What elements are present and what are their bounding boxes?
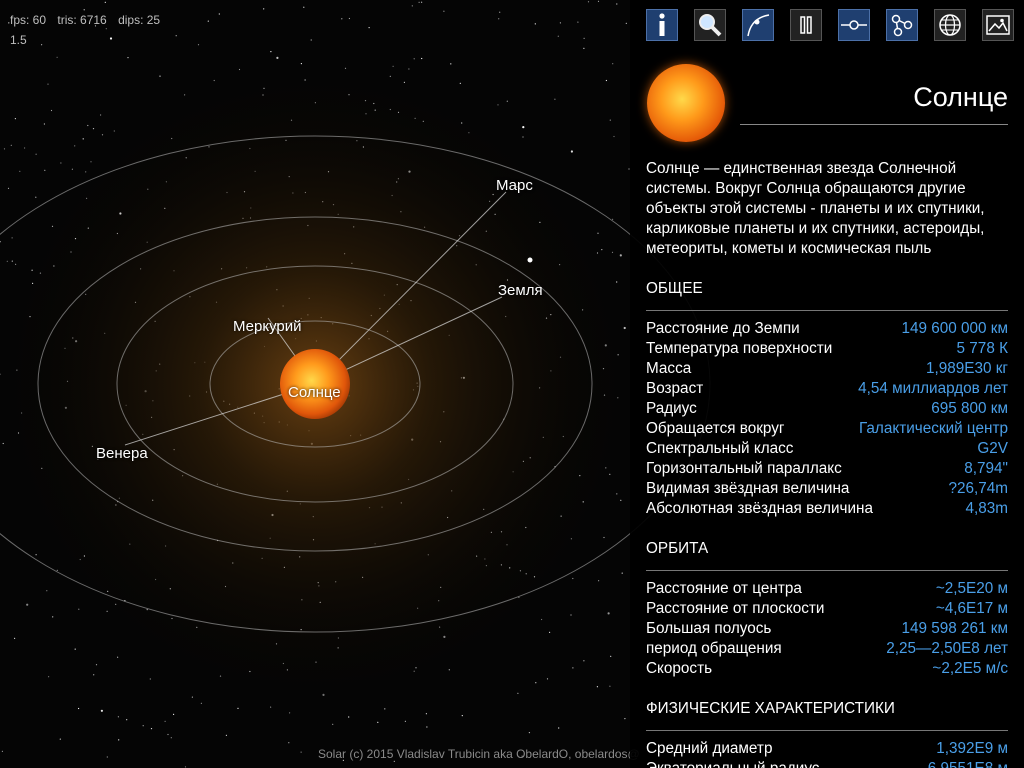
property-value: 4,83m <box>965 500 1008 517</box>
property-name: Скорость <box>646 660 713 677</box>
property-value: 1,989E30 кг <box>925 360 1008 377</box>
pointer-lines-button[interactable] <box>838 9 870 41</box>
section-general-divider <box>646 310 1008 311</box>
property-name: Видимая звёздная величина <box>646 480 850 497</box>
property-value: 149 598 261 км <box>901 620 1008 637</box>
sun-thumbnail <box>647 64 725 142</box>
section-physical-divider <box>646 730 1008 731</box>
info-panel[interactable]: Солнце Солнце — единственная звезда Солн… <box>630 44 1024 768</box>
property-value: 5 778 К <box>956 340 1008 357</box>
property-row: Видимая звёздная величина ?26,74m <box>646 479 1008 499</box>
property-row: Абсолютная звёздная величина 4,83m <box>646 499 1008 519</box>
property-name: Расстояние до Земпи <box>646 320 800 337</box>
property-name: Расстояние от плоскости <box>646 600 825 617</box>
image-icon <box>986 15 1010 35</box>
property-row: Расстояние от центра ~2,5E20 м <box>646 579 1008 599</box>
property-value: Галактический центр <box>859 420 1008 437</box>
property-name: Экваториальный радиус <box>646 759 819 768</box>
property-value: ~4,6E17 м <box>935 600 1008 617</box>
property-name: Абсолютная звёздная величина <box>646 500 873 517</box>
title-divider <box>740 124 1008 125</box>
pause-button[interactable] <box>790 9 822 41</box>
section-orbit-divider <box>646 570 1008 571</box>
property-name: Средний диаметр <box>646 740 773 757</box>
render-stats: fps: 60 tris: 6716 dips: 25 1.5 <box>10 10 168 50</box>
property-value: G2V <box>977 440 1008 457</box>
info-button[interactable] <box>646 9 678 41</box>
label-venus[interactable]: Венера <box>96 445 148 462</box>
property-name: Расстояние от центра <box>646 580 802 597</box>
section-physical-title: ФИЗИЧЕСКИЕ ХАРАКТЕРИСТИКИ <box>646 700 895 717</box>
property-name: Масса <box>646 360 692 377</box>
property-value: 6,9551E8 м <box>928 759 1008 768</box>
property-value: ~2,5E20 м <box>935 580 1008 597</box>
globe-button[interactable] <box>934 9 966 41</box>
line-icon <box>841 20 867 30</box>
property-row: Температура поверхности 5 778 К <box>646 339 1008 359</box>
object-description: Солнце — единственная звезда Солнечной с… <box>646 160 985 257</box>
property-name: Возраст <box>646 380 704 397</box>
property-name: Радиус <box>646 400 697 417</box>
bright-star <box>527 257 533 263</box>
property-value: 1,392E9 м <box>936 740 1008 757</box>
section-general-title: ОБЩЕЕ <box>646 280 703 297</box>
property-row: Расстояние от плоскости ~4,6E17 м <box>646 599 1008 619</box>
property-name: период обращения <box>646 640 782 657</box>
panel-title: Солнце <box>913 82 1008 112</box>
info-icon <box>659 13 665 36</box>
property-value: ?26,74m <box>948 480 1008 497</box>
property-value: 2,25—2,50E8 лет <box>886 640 1008 657</box>
dips-counter: dips: 25 <box>118 13 161 27</box>
property-row: Экваториальный радиус 6,9551E8 м <box>646 759 1008 768</box>
property-row: Обращается вокруг Галактический центр <box>646 419 1008 439</box>
orbits-toggle-button[interactable] <box>742 9 774 41</box>
section-orbit-title: ОРБИТА <box>646 540 709 557</box>
property-value: 8,794" <box>964 460 1008 477</box>
search-icon <box>699 14 722 37</box>
property-value: ~2,2E5 м/с <box>932 660 1008 677</box>
property-row: Масса 1,989E30 кг <box>646 359 1008 379</box>
nodes-icon <box>891 14 913 37</box>
property-row: Скорость ~2,2E5 м/с <box>646 659 1008 679</box>
globe-icon <box>939 14 961 36</box>
property-name: Спектральный класс <box>646 440 794 457</box>
property-row: Возраст 4,54 миллиардов лет <box>646 379 1008 399</box>
property-row: период обращения 2,25—2,50E8 лет <box>646 639 1008 659</box>
property-row: Расстояние до Земпи 149 600 000 км <box>646 319 1008 339</box>
property-name: Горизонтальный параллакс <box>646 460 842 477</box>
label-mercury[interactable]: Меркурий <box>233 318 302 335</box>
property-name: Обращается вокруг <box>646 420 785 437</box>
label-earth[interactable]: Земля <box>498 282 543 299</box>
label-sun[interactable]: Солнце <box>288 384 341 401</box>
toolbar <box>630 0 1024 44</box>
property-value: 149 600 000 км <box>901 320 1008 337</box>
property-value: 695 800 км <box>931 400 1008 417</box>
property-row: Большая полуось 149 598 261 км <box>646 619 1008 639</box>
pause-icon <box>800 16 812 34</box>
property-name: Температура поверхности <box>646 340 833 357</box>
scale-value: 1.5 <box>10 33 27 47</box>
property-name: Большая полуось <box>646 620 772 637</box>
copyright-text: Solar (c) 2015 Vladislav Trubicin aka Ob… <box>318 747 640 761</box>
property-row: Спектральный класс G2V <box>646 439 1008 459</box>
tris-counter: tris: 6716 <box>57 13 107 27</box>
property-row: Горизонтальный параллакс 8,794" <box>646 459 1008 479</box>
fps-counter: fps: 60 <box>10 13 47 27</box>
property-row: Средний диаметр 1,392E9 м <box>646 739 1008 759</box>
orbit-icon <box>747 14 770 37</box>
property-value: 4,54 миллиардов лет <box>858 380 1008 397</box>
label-mars[interactable]: Марс <box>496 177 533 194</box>
property-row: Радиус 695 800 км <box>646 399 1008 419</box>
labels-button[interactable] <box>886 9 918 41</box>
screenshot-button[interactable] <box>982 9 1014 41</box>
search-button[interactable] <box>694 9 726 41</box>
